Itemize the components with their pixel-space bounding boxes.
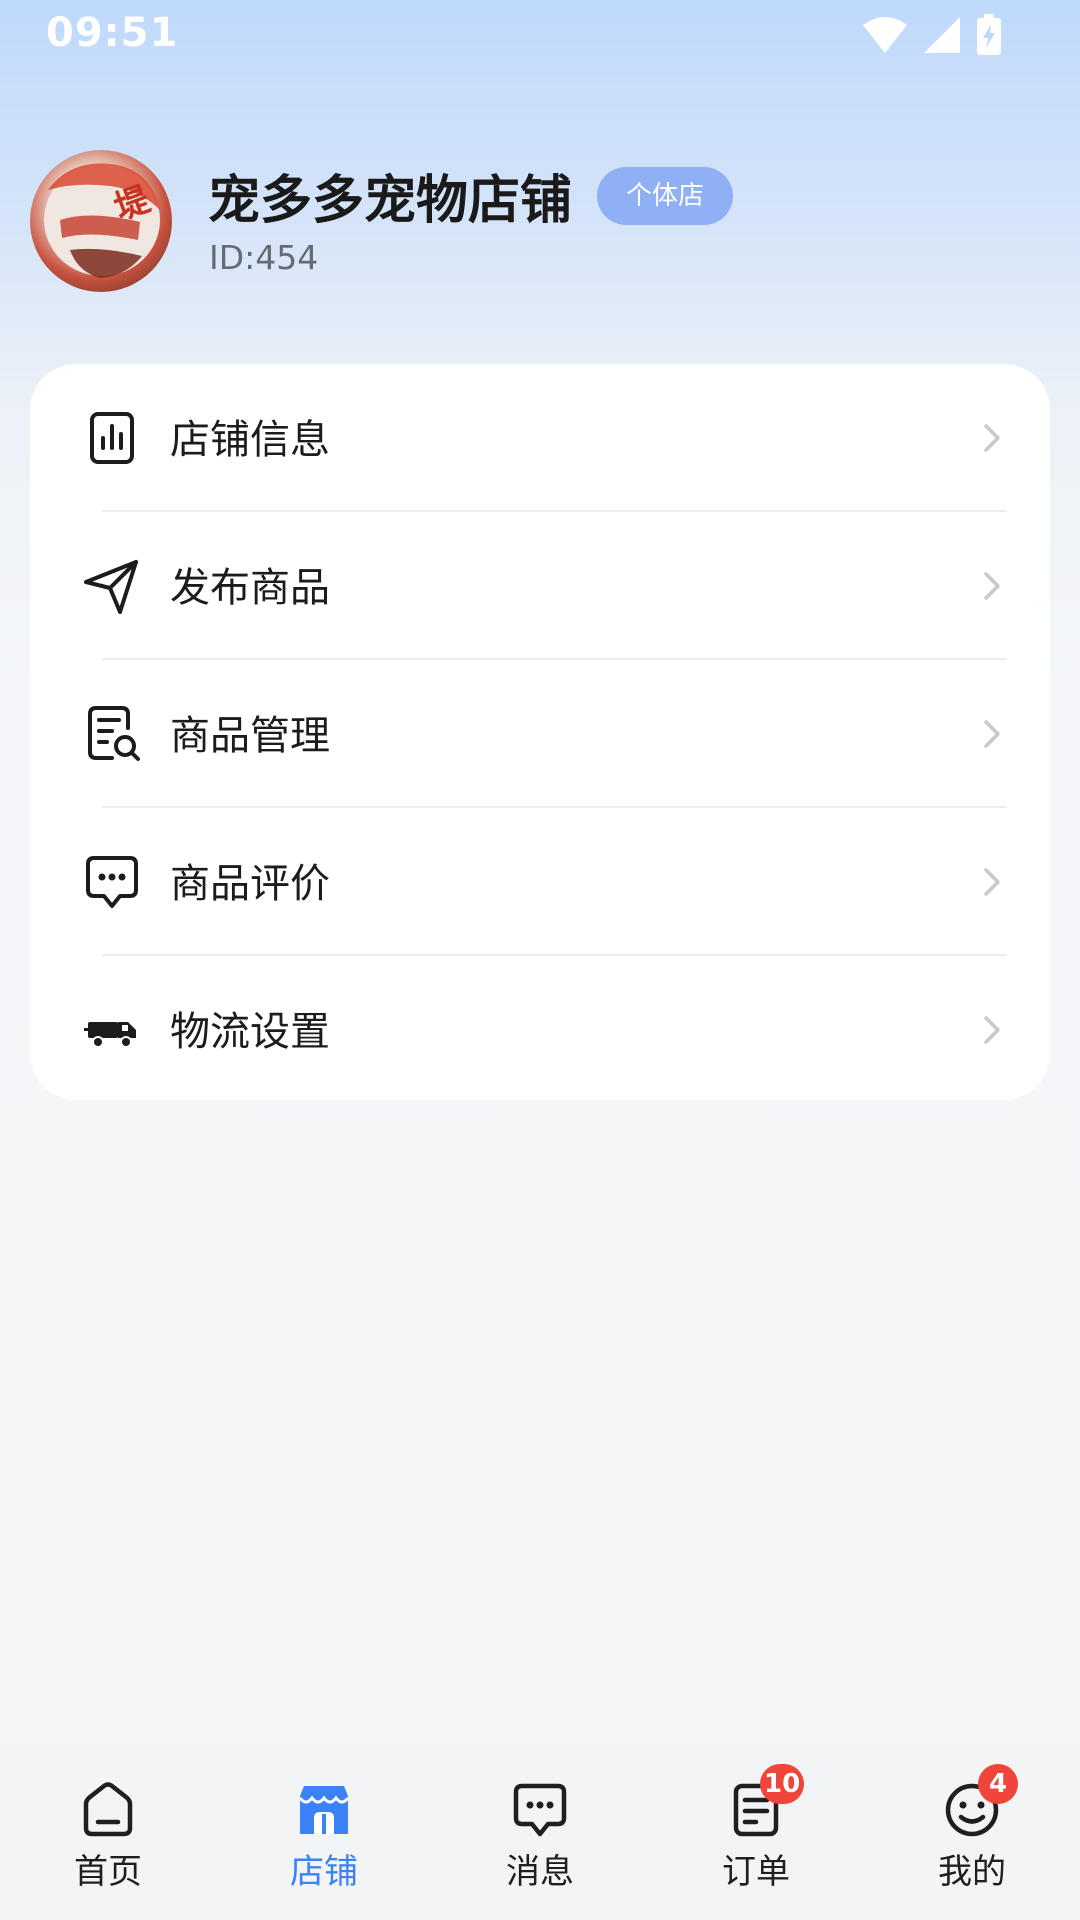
menu-item-label: 店铺信息: [170, 417, 330, 463]
signal-icon: [924, 17, 960, 53]
nav-tab-label: 消息: [506, 1852, 574, 1892]
shop-type-badge: 个体店: [597, 167, 733, 225]
chevron-right-icon: [984, 424, 1000, 452]
avatar-image: 堤: [44, 163, 160, 278]
chevron-right-icon: [984, 868, 1000, 896]
document-search-icon: [88, 706, 140, 761]
nav-tab-label: 我的: [938, 1852, 1006, 1892]
menu-item-product-management[interactable]: 商品管理: [30, 660, 1050, 807]
store-icon: [298, 1786, 350, 1834]
menu-item-product-reviews[interactable]: 商品评价: [30, 808, 1050, 955]
shop-name: 宠多多宠物店铺: [208, 171, 573, 231]
chevron-right-icon: [984, 572, 1000, 600]
wifi-icon: [863, 17, 907, 53]
menu-item-label: 商品管理: [170, 713, 330, 759]
menu-item-label: 发布商品: [170, 565, 330, 611]
truck-icon: [84, 1022, 136, 1048]
status-bar: 09:51: [0, 0, 1080, 70]
nav-tab-label: 订单: [722, 1852, 790, 1892]
menu-item-label: 物流设置: [170, 1009, 330, 1055]
nav-tab-orders[interactable]: 订单 10: [648, 1744, 864, 1920]
nav-tab-store[interactable]: 店铺: [216, 1744, 432, 1920]
shop-menu-card: 店铺信息 发布商品 商品管理 商品评价 物流设置: [30, 364, 1050, 1100]
nav-tab-label: 店铺: [290, 1852, 358, 1892]
chevron-right-icon: [984, 720, 1000, 748]
status-time: 09:51: [46, 10, 179, 56]
status-icons: [862, 14, 1002, 56]
shop-id: ID:454: [209, 238, 319, 277]
shop-avatar[interactable]: 堤: [30, 150, 172, 292]
menu-item-publish-product[interactable]: 发布商品: [30, 512, 1050, 659]
message-icon: [513, 1783, 567, 1837]
orders-count-badge: 10: [760, 1764, 805, 1804]
nav-tab-home[interactable]: 首页: [0, 1744, 216, 1920]
menu-item-label: 商品评价: [170, 861, 330, 907]
chevron-right-icon: [984, 1016, 1000, 1044]
bar-chart-icon: [90, 412, 134, 464]
menu-item-logistics-settings[interactable]: 物流设置: [30, 956, 1050, 1100]
bottom-nav: 首页 店铺 消息 订单 10 我的 4: [0, 1744, 1080, 1920]
battery-charging-icon: [977, 14, 1001, 55]
send-icon: [84, 560, 138, 614]
chat-bubble-icon: [86, 856, 138, 908]
nav-tab-profile[interactable]: 我的 4: [864, 1744, 1080, 1920]
home-icon: [83, 1782, 133, 1837]
profile-count-badge: 4: [978, 1764, 1018, 1804]
menu-item-shop-info[interactable]: 店铺信息: [30, 364, 1050, 511]
nav-tab-label: 首页: [74, 1852, 142, 1892]
nav-tab-messages[interactable]: 消息: [432, 1744, 648, 1920]
